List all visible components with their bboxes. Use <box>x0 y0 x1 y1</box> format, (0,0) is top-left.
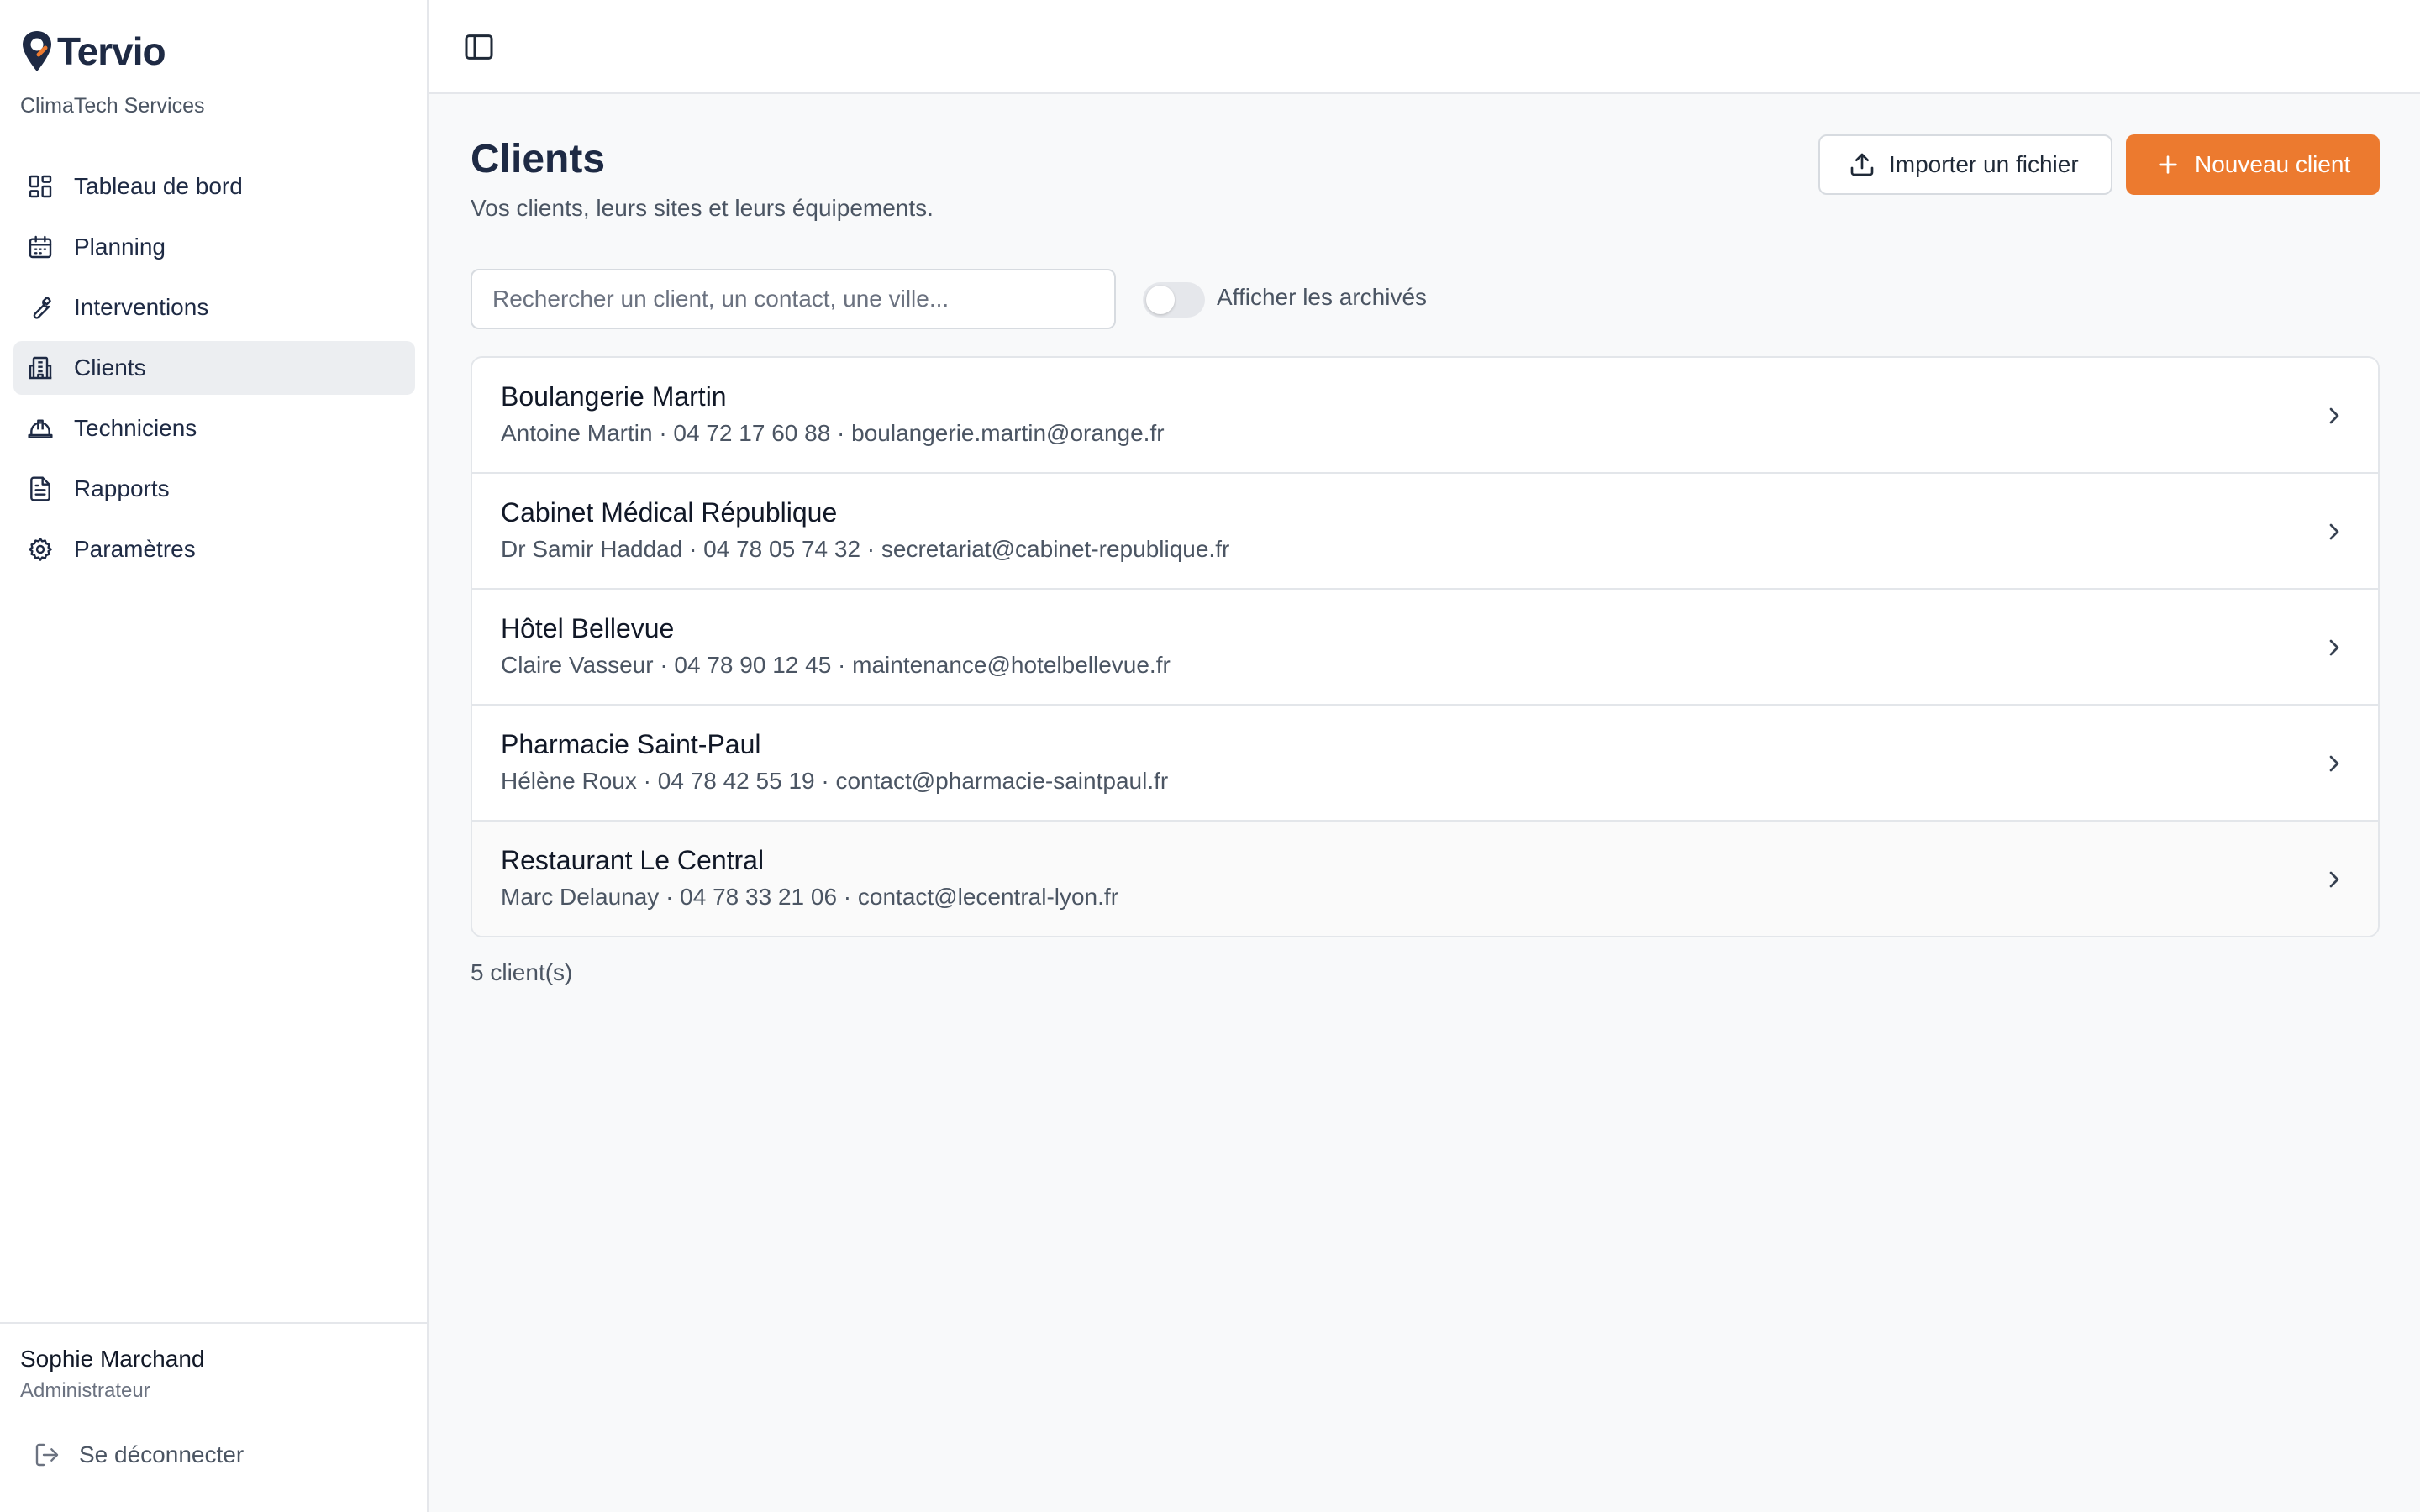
sidebar-item-interventions[interactable]: Interventions <box>13 281 415 334</box>
client-contact-info: Claire Vasseur · 04 78 90 12 45 · mainte… <box>501 652 1171 678</box>
chevron-right-icon <box>2321 518 2348 545</box>
client-name: Boulangerie Martin <box>501 381 727 412</box>
organization-name: ClimaTech Services <box>20 94 205 118</box>
client-row[interactable]: Boulangerie Martin Antoine Martin · 04 7… <box>472 358 2378 474</box>
logout-icon <box>34 1441 60 1468</box>
client-contact-info: Antoine Martin · 04 72 17 60 88 · boulan… <box>501 420 1165 446</box>
import-file-button[interactable]: Importer un fichier <box>1818 134 2112 195</box>
sidebar-footer: Sophie Marchand Administrateur Se déconn… <box>0 1322 427 1467</box>
new-client-button[interactable]: Nouveau client <box>2126 134 2380 195</box>
chevron-right-icon <box>2321 750 2348 777</box>
sidebar-item-label: Planning <box>74 234 166 260</box>
client-contact-info: Dr Samir Haddad · 04 78 05 74 32 · secre… <box>501 536 1230 562</box>
client-row[interactable]: Hôtel Bellevue Claire Vasseur · 04 78 90… <box>472 590 2378 706</box>
sidebar-item-label: Techniciens <box>74 415 197 441</box>
sidebar-item-label: Paramètres <box>74 536 196 562</box>
sidebar-nav: Tableau de bord Planning Interventions C… <box>13 160 415 583</box>
client-name: Pharmacie Saint-Paul <box>501 729 761 759</box>
document-icon <box>27 475 54 502</box>
page-title: Clients <box>471 137 606 181</box>
hard-hat-icon <box>27 415 54 442</box>
sidebar-item-label: Clients <box>74 354 146 381</box>
sidebar-item-planning[interactable]: Planning <box>13 220 415 274</box>
brand-name: Tervio <box>57 29 166 73</box>
dashboard-icon <box>27 173 54 200</box>
import-file-label: Importer un fichier <box>1889 151 2079 177</box>
sidebar-item-parametres[interactable]: Paramètres <box>13 522 415 576</box>
archived-toggle[interactable] <box>1143 282 1205 318</box>
client-contact-info: Marc Delaunay · 04 78 33 21 06 · contact… <box>501 884 1119 910</box>
calendar-icon <box>27 234 54 260</box>
top-bar <box>429 0 2420 94</box>
client-contact-info: Hélène Roux · 04 78 42 55 19 · contact@p… <box>501 768 1169 794</box>
new-client-label: Nouveau client <box>2195 151 2351 177</box>
client-count: 5 client(s) <box>471 959 573 985</box>
map-pin-logo-icon <box>23 31 51 71</box>
sidebar-item-techniciens[interactable]: Techniciens <box>13 402 415 455</box>
plus-icon <box>2154 151 2181 178</box>
sidebar: Tervio ClimaTech Services Tableau de bor… <box>0 0 429 1512</box>
user-role: Administrateur <box>20 1379 150 1402</box>
client-row[interactable]: Cabinet Médical République Dr Samir Hadd… <box>472 474 2378 590</box>
logout-button[interactable]: Se déconnecter <box>34 1441 244 1468</box>
chevron-right-icon <box>2321 634 2348 661</box>
user-name: Sophie Marchand <box>20 1346 205 1372</box>
archived-toggle-label: Afficher les archivés <box>1217 284 1428 310</box>
logout-label: Se déconnecter <box>79 1441 245 1467</box>
toggle-knob <box>1146 286 1175 314</box>
chevron-right-icon <box>2321 866 2348 893</box>
sidebar-item-dashboard[interactable]: Tableau de bord <box>13 160 415 213</box>
sidebar-item-label: Tableau de bord <box>74 173 243 199</box>
client-name: Cabinet Médical République <box>501 497 838 528</box>
client-name: Hôtel Bellevue <box>501 613 675 643</box>
wrench-icon <box>27 294 54 321</box>
sidebar-item-label: Interventions <box>74 294 209 320</box>
brand-logo[interactable]: Tervio <box>20 29 166 74</box>
sidebar-item-rapports[interactable]: Rapports <box>13 462 415 516</box>
sidebar-item-label: Rapports <box>74 475 170 501</box>
gear-icon <box>27 536 54 563</box>
page-subtitle: Vos clients, leurs sites et leurs équipe… <box>471 195 934 221</box>
client-search-input[interactable] <box>471 269 1116 329</box>
upload-icon <box>1849 151 1876 178</box>
client-row[interactable]: Pharmacie Saint-Paul Hélène Roux · 04 78… <box>472 706 2378 822</box>
sidebar-toggle-icon[interactable] <box>462 30 496 64</box>
client-name: Restaurant Le Central <box>501 845 765 875</box>
client-list: Boulangerie Martin Antoine Martin · 04 7… <box>471 356 2380 937</box>
client-row[interactable]: Restaurant Le Central Marc Delaunay · 04… <box>472 822 2378 936</box>
building-icon <box>27 354 54 381</box>
sidebar-item-clients[interactable]: Clients <box>13 341 415 395</box>
chevron-right-icon <box>2321 402 2348 429</box>
